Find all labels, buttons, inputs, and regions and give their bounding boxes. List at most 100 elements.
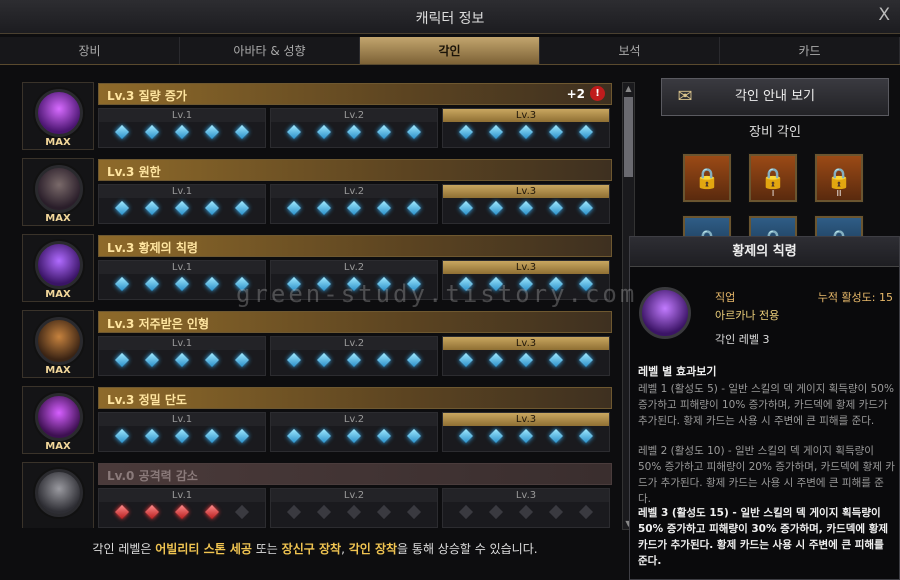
engraving-book-slot[interactable]: 🔒 I [749,154,797,202]
footer-text: 을 통해 상승할 수 있습니다. [397,542,538,556]
level-group: Lv.3 [442,412,610,452]
level-label: Lv.3 [443,337,609,350]
window-title: 캐릭터 정보 [415,11,485,27]
engraving-row[interactable]: MAX Lv.3 질량 증가 +2 ! Lv.1 Lv.2 Lv.3 [22,80,614,152]
attack-reduction-icon [35,469,83,517]
gem-icon [204,124,220,140]
engraving-icon [22,462,94,528]
gem-icon [204,428,220,444]
gem-icon [286,124,302,140]
level-label: Lv.2 [271,413,437,426]
level-label: Lv.1 [99,185,265,198]
engraving-icon: MAX [22,386,94,454]
footer-note: 각인 레벨은 어빌리티 스톤 세공 또는 장신구 장착, 각인 장착을 통해 상… [0,540,630,557]
level-group: Lv.3 [442,488,610,528]
tab-gem[interactable]: 보석 [540,37,720,64]
gem-icon [114,200,130,216]
gem-icon [488,200,504,216]
tab-equipment[interactable]: 장비 [0,37,180,64]
gem-icon [234,352,250,368]
engraving-icon: MAX [22,82,94,150]
mass-increase-icon [35,89,83,137]
bonus-count: +2 [566,87,585,101]
gem-icon [174,428,190,444]
engraving-name: Lv.3 정밀 단도 [107,393,187,407]
watermark: green-study.tistory.com [236,280,638,308]
gem-icon [488,352,504,368]
gem-icon [286,428,302,444]
level-label: Lv.3 [443,185,609,198]
lock-icon: 🔒 [694,166,720,190]
engraving-row[interactable]: Lv.0 공격력 감소 Lv.1 Lv.2 Lv.3 [22,460,614,528]
scroll-thumb[interactable] [624,97,633,177]
footer-text: , [341,542,349,556]
level-group: Lv.1 [98,412,266,452]
gem-icon [174,276,190,292]
max-badge: MAX [45,441,71,452]
level-group: Lv.1 [98,488,266,528]
alert-icon[interactable]: ! [590,86,605,101]
gem-icon [578,428,594,444]
gem-icon [204,352,220,368]
level-group: Lv.2 [270,336,438,376]
tab-card[interactable]: 카드 [720,37,900,64]
tab-avatar[interactable]: 아바타 & 성향 [180,37,360,64]
gem-icon [518,428,534,444]
engraving-name: Lv.3 원한 [107,165,161,179]
tooltip-level-3: 레벨 3 (활성도 15) - 일반 스킬의 덱 게이지 획득량이 50% 증가… [638,507,889,567]
gem-icon [406,428,422,444]
gem-icon [548,428,564,444]
gem-icon [234,200,250,216]
level-group: Lv.2 [270,412,438,452]
tooltip-level-1: 레벨 1 (활성도 5) - 일반 스킬의 덱 게이지 획득량이 50% 증가하… [638,383,894,427]
gem-icon [548,124,564,140]
gem-icon [518,352,534,368]
max-badge: MAX [45,289,71,300]
engraving-row[interactable]: MAX Lv.3 원한 Lv.1 Lv.2 Lv.3 [22,156,614,228]
level-label: Lv.3 [443,109,609,122]
gem-icon [316,504,332,520]
gem-icon [114,428,130,444]
engraving-guide-button[interactable]: ✉ 각인 안내 보기 [661,78,889,116]
tooltip-level-2: 레벨 2 (활성도 10) - 일반 스킬의 덱 게이지 획득량이 50% 증가… [638,445,895,505]
level-label: Lv.1 [99,337,265,350]
gem-icon [548,200,564,216]
engraving-book-slot[interactable]: 🔒 [683,154,731,202]
close-button[interactable]: X [878,5,890,25]
tooltip-title: 황제의 칙령 [630,237,899,267]
gem-icon [174,504,190,520]
tab-bar: 장비 아바타 & 성향 각인 보석 카드 [0,37,900,65]
tooltip-activity: 누적 활성도: 15 [817,291,893,304]
gem-icon [406,504,422,520]
engraving-name-bar: Lv.3 원한 [98,159,612,181]
max-badge: MAX [45,213,71,224]
gem-icon [458,352,474,368]
slot-rank: I [771,189,775,198]
level-label: Lv.1 [99,489,265,502]
gem-icon [114,504,130,520]
gem-icon [406,124,422,140]
level-group: Lv.1 [98,336,266,376]
gem-icon [518,124,534,140]
grudge-icon [35,165,83,213]
emperor-decree-icon [639,287,691,339]
gem-icon [316,200,332,216]
gem-icon [518,200,534,216]
engraving-icon: MAX [22,234,94,302]
gem-icon [578,504,594,520]
engraving-row[interactable]: MAX Lv.3 정밀 단도 Lv.1 Lv.2 Lv.3 [22,384,614,456]
level-label: Lv.2 [271,261,437,274]
gem-icon [488,504,504,520]
tab-engraving[interactable]: 각인 [360,37,540,64]
scroll-up-icon[interactable]: ▲ [623,83,634,94]
gem-icon [234,428,250,444]
tooltip-job-label: 직업 [715,291,736,304]
engraving-row[interactable]: MAX Lv.3 저주받은 인형 Lv.1 Lv.2 Lv.3 [22,308,614,380]
level-label: Lv.2 [271,337,437,350]
engraving-book-slot[interactable]: 🔒 II [815,154,863,202]
gem-icon [406,352,422,368]
level-group: Lv.2 [270,108,438,148]
engraving-name-bar: Lv.3 질량 증가 +2 ! [98,83,612,105]
gem-icon [376,504,392,520]
gem-icon [376,200,392,216]
